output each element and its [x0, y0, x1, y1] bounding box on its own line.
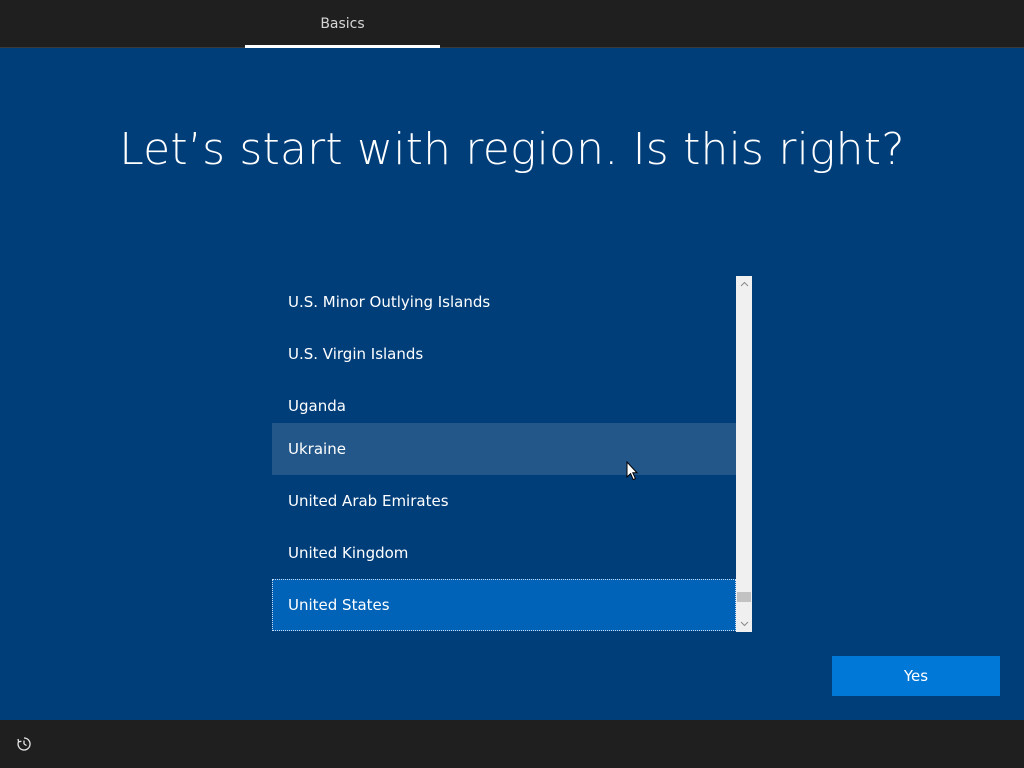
list-item-label: United Kingdom [288, 544, 409, 562]
scroll-thumb[interactable] [737, 592, 751, 602]
region-item-united-states[interactable]: United States [272, 579, 736, 631]
list-item-label: Ukraine [288, 440, 346, 458]
list-item-label: United Arab Emirates [288, 492, 449, 510]
region-item-us-virgin-islands[interactable]: U.S. Virgin Islands [272, 328, 736, 380]
region-listbox[interactable]: U.S. Minor Outlying Islands U.S. Virgin … [272, 276, 752, 632]
list-item-label: U.S. Virgin Islands [288, 345, 424, 363]
scroll-down-icon[interactable] [736, 616, 752, 632]
region-item-united-kingdom[interactable]: United Kingdom [272, 527, 736, 579]
list-item-label: Uganda [288, 397, 346, 415]
list-scrollbar[interactable] [736, 276, 752, 632]
top-bar: Basics [0, 0, 1024, 48]
active-tab-indicator [245, 45, 440, 48]
region-item-ukraine[interactable]: Ukraine [272, 423, 736, 475]
tab-basics[interactable]: Basics [245, 0, 440, 48]
scroll-up-icon[interactable] [736, 276, 752, 292]
list-item-label: U.S. Minor Outlying Islands [288, 293, 491, 311]
region-list: U.S. Minor Outlying Islands U.S. Virgin … [272, 276, 736, 632]
accessibility-icon[interactable] [12, 732, 36, 756]
yes-button[interactable]: Yes [832, 656, 1000, 696]
mouse-pointer-icon [626, 460, 639, 481]
tab-basics-label: Basics [320, 16, 365, 32]
list-item-label: United States [288, 596, 390, 614]
bottom-bar [0, 720, 1024, 768]
page-title: Let’s start with region. Is this right? [119, 124, 905, 175]
region-item-us-minor-outlying-islands[interactable]: U.S. Minor Outlying Islands [272, 276, 736, 328]
region-item-united-arab-emirates[interactable]: United Arab Emirates [272, 475, 736, 527]
